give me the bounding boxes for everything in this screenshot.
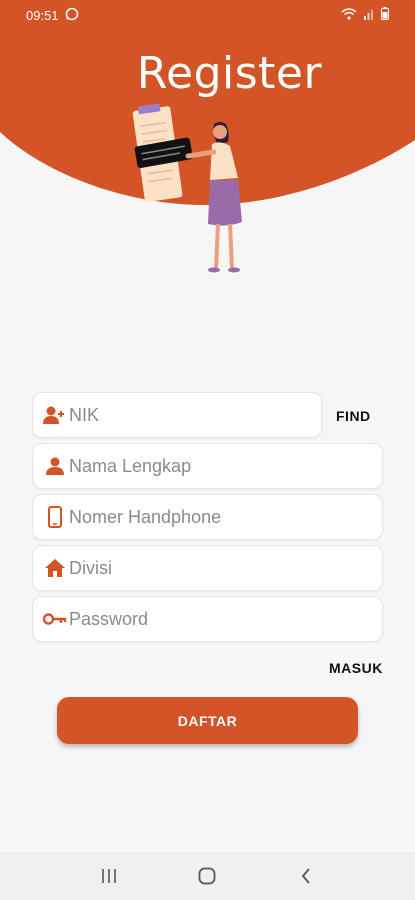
phone-icon — [43, 505, 67, 529]
system-navigation-bar — [0, 852, 415, 900]
person-icon — [43, 454, 67, 478]
divisi-field[interactable] — [32, 545, 383, 591]
whatsapp-icon — [65, 7, 79, 24]
status-bar: 09:51 — [0, 0, 415, 30]
battery-icon — [381, 7, 389, 23]
password-input[interactable] — [67, 607, 382, 631]
recents-icon[interactable] — [89, 856, 129, 896]
wifi-icon — [341, 7, 357, 23]
phone-field[interactable] — [32, 494, 383, 540]
key-icon — [43, 607, 67, 631]
home-icon — [43, 556, 67, 580]
nik-input[interactable] — [67, 403, 321, 427]
password-field[interactable] — [32, 596, 383, 642]
back-icon[interactable] — [286, 856, 326, 896]
nama-lengkap-field[interactable] — [32, 443, 383, 489]
masuk-button[interactable]: MASUK — [329, 660, 383, 676]
nama-lengkap-input[interactable] — [67, 454, 382, 478]
signal-icon — [363, 8, 375, 23]
register-illustration — [132, 103, 242, 273]
status-time: 09:51 — [26, 7, 59, 23]
divisi-input[interactable] — [67, 556, 382, 580]
add-user-icon — [43, 403, 67, 427]
nik-field[interactable] — [32, 392, 322, 438]
page-title: Register — [136, 48, 323, 99]
find-button[interactable]: FIND — [336, 408, 371, 424]
home-button-icon[interactable] — [187, 856, 227, 896]
phone-input[interactable] — [67, 505, 382, 529]
daftar-button[interactable]: DAFTAR — [57, 697, 358, 744]
